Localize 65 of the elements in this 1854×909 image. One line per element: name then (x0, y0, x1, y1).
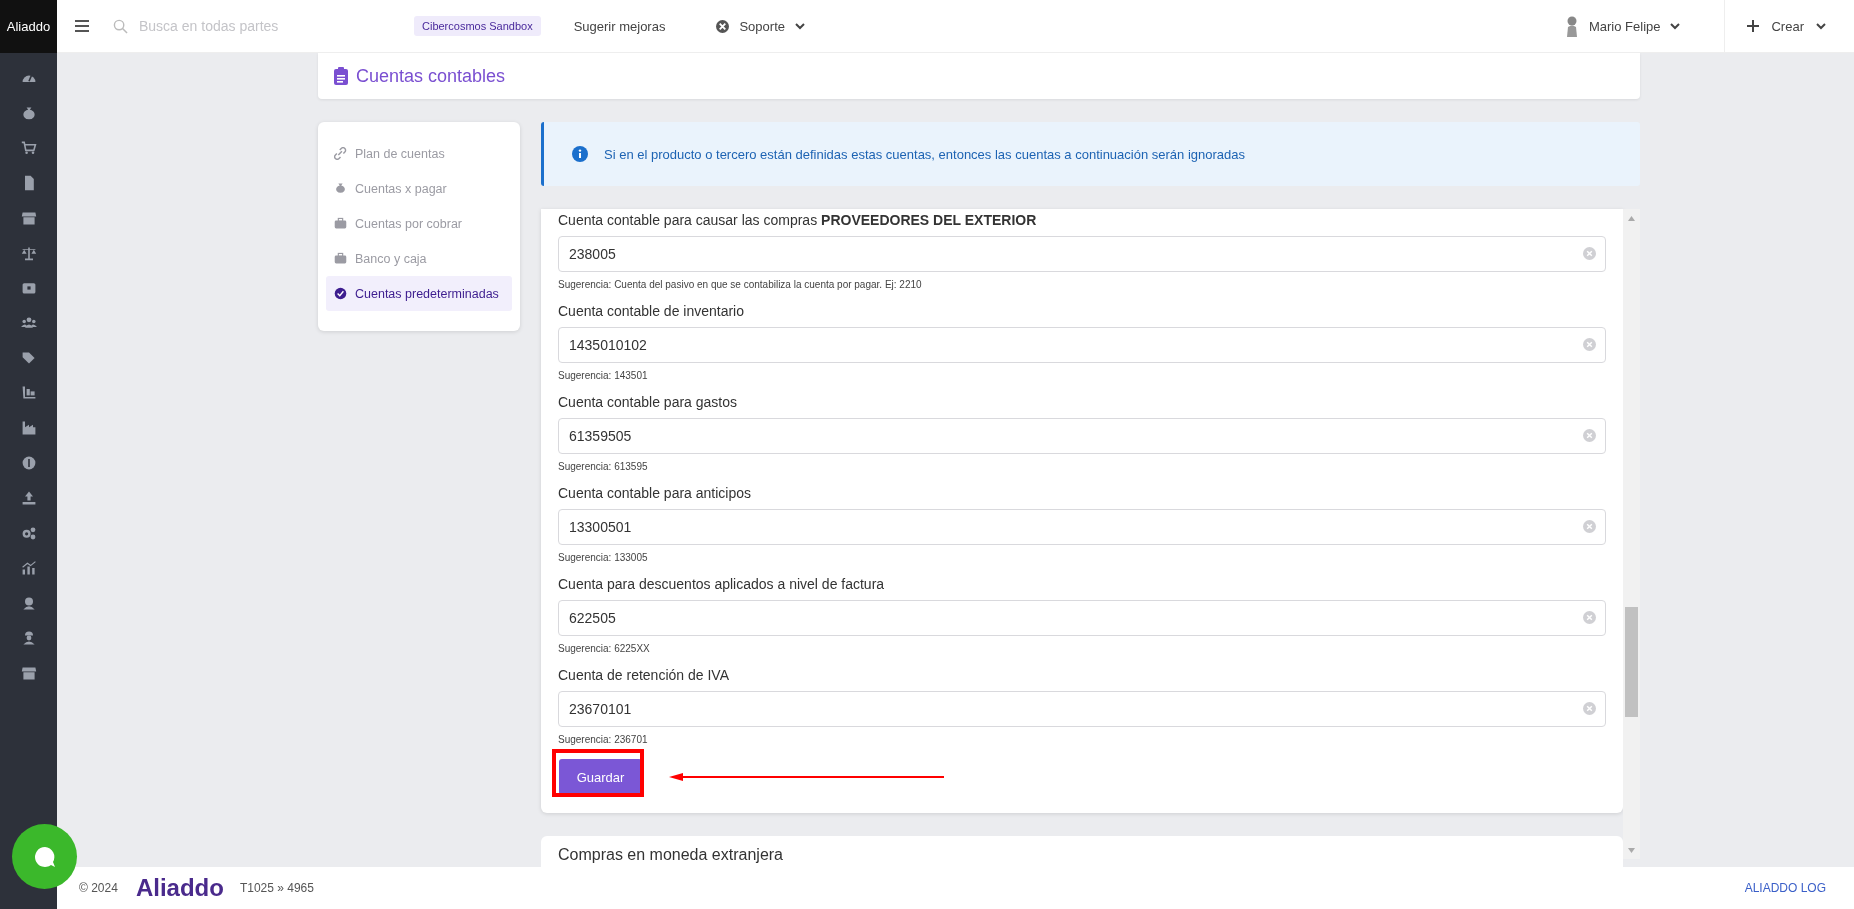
info-text: Si en el producto o tercero están definidas estas cuentas, entonces las cuentas a continuación serán ignoradas (604, 146, 1246, 162)
avatar-icon (1564, 15, 1579, 37)
support-menu[interactable]: Soporte (716, 18, 805, 34)
environment-badge: Cibercosmos Sandbox (414, 16, 541, 36)
field-hint: Sugerencia: Cuenta del pasivo en que se contabiliza la cuenta por pagar. Ej: 2210 (558, 278, 923, 292)
store-icon[interactable] (20, 665, 37, 681)
speech-bubble-icon (33, 845, 56, 868)
search-icon (113, 18, 128, 34)
store-icon[interactable] (20, 210, 37, 226)
field-label: Cuenta contable para causar las compras PROVEEDORES DEL EXTERIOR (558, 211, 1038, 230)
caret-icon (795, 22, 805, 30)
link-icon (334, 147, 347, 160)
bar-chart-icon[interactable] (20, 560, 37, 576)
factory-icon[interactable] (20, 420, 37, 436)
scroll-thumb[interactable] (1625, 607, 1638, 717)
suggest-link[interactable]: Sugerir mejoras (573, 18, 666, 34)
field-hint: Sugerencia: 6225XX (558, 642, 651, 656)
app-logo[interactable]: Aliaddo (0, 0, 57, 53)
search-field[interactable]: Busca en todas partes (113, 17, 348, 35)
caret-icon (1670, 22, 1681, 30)
version-text: T1025 » 4965 (239, 881, 314, 895)
briefcase-icon (334, 217, 347, 230)
input-field[interactable]: 13300501 (558, 509, 1606, 545)
footer-logo: Aliaddo (135, 874, 224, 902)
money-bag-icon (334, 182, 347, 195)
caret-icon (1816, 22, 1826, 30)
scale-icon[interactable] (20, 245, 37, 261)
save-button[interactable]: Guardar (559, 759, 642, 795)
scrollbar[interactable] (1623, 209, 1640, 859)
menu-icon[interactable] (75, 20, 89, 32)
plus-icon (1747, 20, 1760, 32)
upload-icon[interactable] (20, 490, 37, 506)
field-hint: Sugerencia: 143501 (558, 369, 649, 383)
field-hint: Sugerencia: 613595 (558, 460, 649, 474)
field-label: Cuenta contable de inventario (558, 302, 746, 321)
user-menu[interactable]: Mario Felipe (1564, 15, 1703, 37)
people-icon[interactable] (20, 315, 37, 331)
section-title: Compras en moneda extranjera (558, 846, 783, 863)
gears-icon[interactable] (20, 525, 37, 541)
dolly-icon[interactable] (20, 385, 37, 401)
cart-icon[interactable] (20, 140, 37, 156)
money-bag-icon[interactable] (20, 105, 37, 121)
field-hint: Sugerencia: 236701 (558, 733, 649, 747)
field-label: Cuenta contable para anticipos (558, 484, 753, 503)
input-field[interactable]: 622505 (558, 600, 1606, 636)
create-menu[interactable]: Crear (1724, 0, 1854, 53)
input-field[interactable]: 238005 (558, 236, 1606, 272)
chest-icon[interactable] (20, 280, 37, 296)
field-label: Cuenta para descuentos aplicados a nivel de factura (558, 575, 886, 594)
field-hint: Sugerencia: 133005 (558, 551, 649, 565)
input-field[interactable]: 23670101 (558, 691, 1606, 727)
clipboard-icon (334, 67, 348, 85)
briefcase-icon (334, 252, 347, 265)
page-title: Cuentas contables (356, 65, 506, 87)
field-label: Cuenta contable para gastos (558, 393, 738, 412)
copyright-text: © 2024 (79, 881, 118, 895)
nav-item[interactable]: Cuentas predeterminadas (326, 276, 512, 311)
tags-icon[interactable] (20, 350, 37, 366)
input-field[interactable]: 61359505 (558, 418, 1606, 454)
close-circle-icon (716, 19, 730, 33)
footer-link[interactable]: ALIADDO LOG (1744, 881, 1826, 895)
input-field[interactable]: 1435010102 (558, 327, 1606, 363)
check-badge-icon (334, 287, 347, 300)
field-label: Cuenta de retención de IVA (558, 666, 730, 685)
info-icon (572, 146, 588, 162)
